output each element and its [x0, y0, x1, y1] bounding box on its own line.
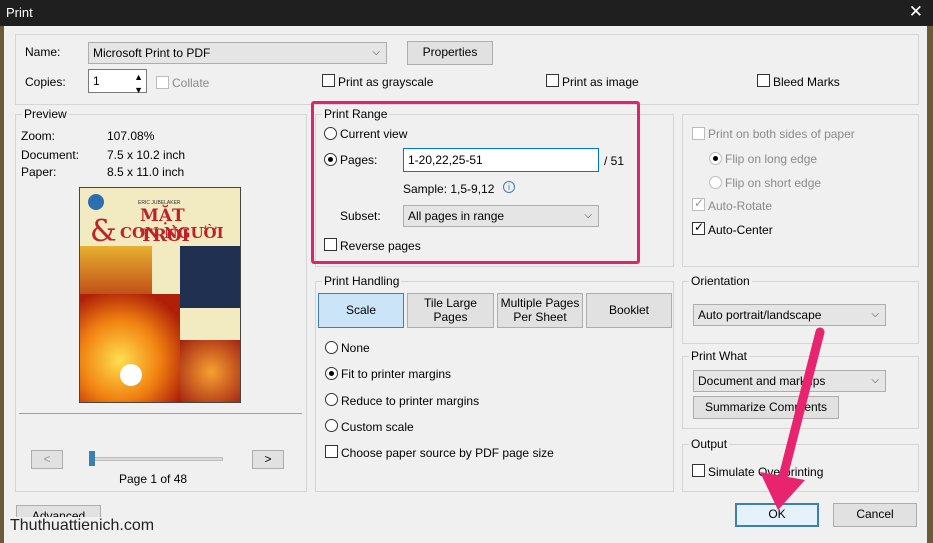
document-value: 7.5 x 10.2 inch — [107, 148, 186, 162]
copies-value: 1 — [93, 74, 100, 88]
publisher-logo-icon — [88, 194, 104, 210]
print-as-image-checkbox[interactable] — [546, 74, 559, 87]
grayscale-label: Print as grayscale — [338, 75, 434, 89]
grayscale-checkbox[interactable] — [322, 74, 335, 87]
flip-long-radio[interactable] — [709, 152, 722, 165]
properties-button-label: Properties — [422, 45, 478, 60]
window-title: Print — [6, 5, 33, 20]
custom-scale-radio[interactable] — [325, 419, 338, 432]
previous-page-button[interactable]: < — [31, 450, 63, 469]
both-sides-label: Print on both sides of paper — [708, 127, 855, 141]
page-slider-thumb[interactable] — [89, 451, 95, 466]
page-preview-thumbnail: ERIC JUBELAKER MẶT TRỜI CON NGƯỜI & — [79, 187, 241, 403]
highlight-box — [311, 101, 640, 264]
simulate-overprinting-checkbox[interactable] — [692, 464, 705, 477]
flip-short-radio[interactable] — [709, 176, 722, 189]
custom-scale-label: Custom scale — [341, 420, 414, 434]
zoom-label: Zoom: — [21, 129, 56, 143]
output-title: Output — [689, 437, 730, 451]
reduce-margins-label: Reduce to printer margins — [341, 394, 480, 408]
close-icon[interactable]: ✕ — [909, 2, 923, 22]
cancel-label: Cancel — [856, 507, 894, 522]
printer-select-value: Microsoft Print to PDF — [93, 46, 211, 60]
previous-page-label: < — [43, 451, 51, 466]
tab-scale[interactable]: Scale — [318, 293, 404, 328]
printer-name-label: Name: — [25, 45, 61, 59]
thumb-title-2: CON NGƯỜI — [120, 224, 224, 242]
collate-label: Collate — [172, 76, 210, 90]
chevron-down-icon: ⌵ — [871, 309, 879, 320]
orientation-title: Orientation — [689, 274, 752, 288]
print-what-value: Document and markups — [698, 374, 826, 388]
seal-icon — [120, 364, 142, 386]
auto-rotate-checkbox[interactable] — [692, 196, 705, 211]
print-what-select[interactable]: Document and markups ⌵ — [693, 370, 886, 392]
print-handling-title: Print Handling — [322, 274, 402, 288]
summarize-comments-label: Summarize Comments — [704, 399, 828, 414]
copies-label: Copies: — [25, 75, 66, 89]
page-status: Page 1 of 48 — [119, 472, 188, 486]
tab-booklet-label: Booklet — [608, 302, 650, 317]
title-bar: Print ✕ — [0, 0, 933, 26]
fit-margins-radio[interactable] — [325, 367, 338, 380]
fit-margins-label: Fit to printer margins — [341, 367, 452, 381]
preview-divider — [19, 413, 302, 414]
tab-multiple-pages[interactable]: Multiple Pages Per Sheet — [497, 293, 583, 328]
both-sides-checkbox[interactable] — [692, 127, 705, 140]
flip-long-label: Flip on long edge — [725, 152, 818, 166]
preview-title: Preview — [22, 107, 69, 121]
bleed-marks-checkbox[interactable] — [757, 74, 770, 87]
next-page-button[interactable]: > — [252, 450, 284, 469]
auto-center-checkbox[interactable] — [692, 220, 705, 235]
zoom-value: 107.08% — [107, 129, 155, 143]
tab-booklet[interactable]: Booklet — [586, 293, 672, 328]
paper-label: Paper: — [21, 165, 57, 179]
window-frame-right — [927, 26, 933, 543]
tab-tile-label: Tile Large Pages — [424, 295, 477, 324]
paper-value: 8.5 x 11.0 inch — [107, 165, 185, 179]
next-page-label: > — [264, 451, 272, 466]
ampersand-decoration: & — [90, 214, 117, 249]
document-label: Document: — [21, 148, 80, 162]
watermark-text: Thuthuattienich.com — [10, 517, 157, 535]
window-frame-left — [0, 26, 4, 543]
collate-checkbox[interactable] — [156, 76, 169, 89]
orientation-select[interactable]: Auto portrait/landscape ⌵ — [693, 304, 886, 326]
auto-rotate-label: Auto-Rotate — [708, 199, 773, 213]
ok-button[interactable]: OK — [735, 503, 819, 527]
cancel-button[interactable]: Cancel — [833, 503, 917, 527]
ok-label: OK — [768, 507, 786, 522]
page-slider-track[interactable] — [90, 457, 223, 461]
printer-select[interactable]: Microsoft Print to PDF ⌵ — [88, 42, 387, 64]
spinner-down-icon[interactable]: ▼ — [134, 79, 143, 101]
simulate-overprinting-label: Simulate Overprinting — [708, 465, 824, 479]
scale-none-label: None — [341, 341, 370, 355]
scale-none-radio[interactable] — [325, 341, 338, 354]
paper-source-checkbox[interactable] — [325, 445, 338, 458]
tab-scale-label: Scale — [345, 302, 377, 317]
properties-button[interactable]: Properties — [407, 41, 493, 65]
tab-multiple-label: Multiple Pages Per Sheet — [500, 295, 580, 324]
reduce-margins-radio[interactable] — [325, 393, 338, 406]
print-as-image-label: Print as image — [562, 75, 639, 89]
orientation-value: Auto portrait/landscape — [698, 308, 822, 322]
tab-tile-large-pages[interactable]: Tile Large Pages — [407, 293, 494, 328]
bleed-marks-label: Bleed Marks — [773, 75, 840, 89]
summarize-comments-button[interactable]: Summarize Comments — [693, 396, 839, 419]
chevron-down-icon: ⌵ — [871, 375, 879, 386]
flip-short-label: Flip on short edge — [725, 176, 822, 190]
chevron-down-icon: ⌵ — [372, 47, 380, 58]
copies-input[interactable]: 1 ▲ ▼ — [88, 69, 147, 95]
paper-source-label: Choose paper source by PDF page size — [341, 446, 554, 460]
print-what-title: Print What — [689, 349, 750, 363]
auto-center-label: Auto-Center — [708, 223, 773, 237]
